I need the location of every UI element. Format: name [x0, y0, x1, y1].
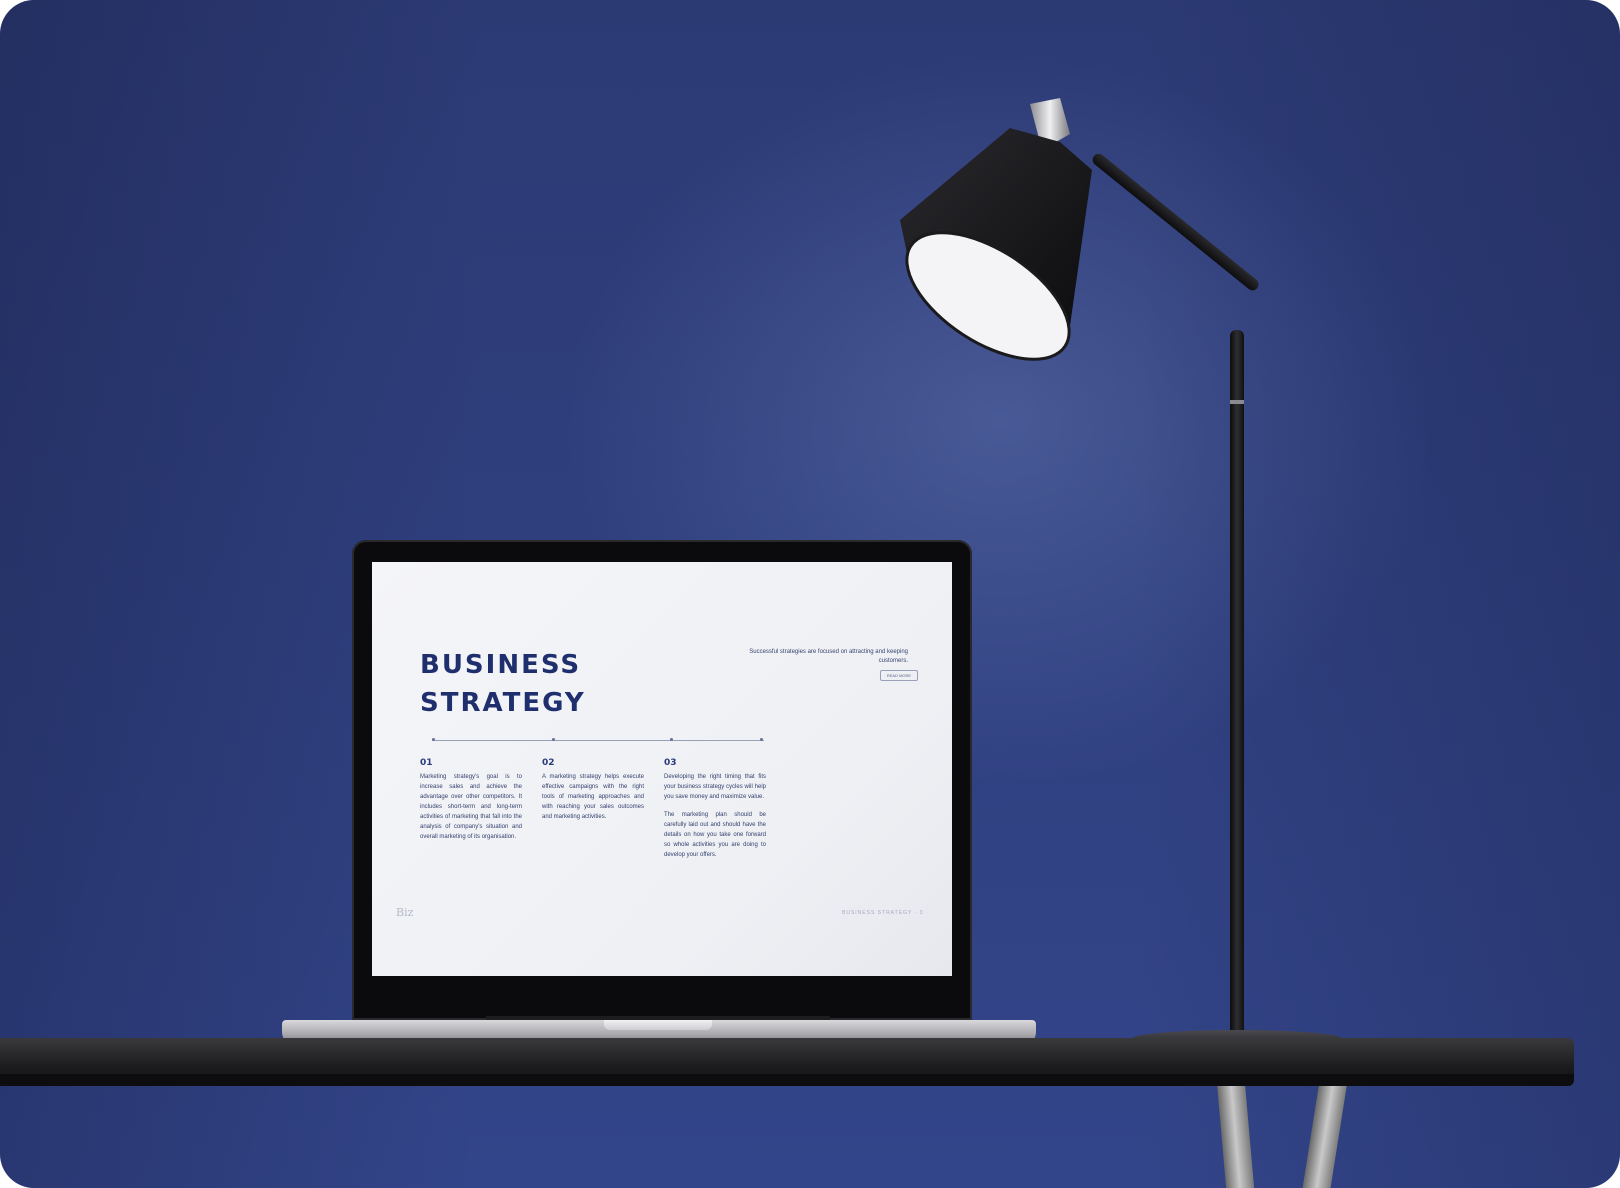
lamp-pole	[1230, 330, 1244, 1036]
laptop-opening-notch	[604, 1020, 712, 1030]
slide-title-line-2: STRATEGY	[420, 688, 586, 718]
table-edge	[0, 1074, 1574, 1086]
column-text: Developing the right timing that fits yo…	[664, 774, 766, 800]
column-number: 01	[420, 758, 433, 768]
timeline-dot	[552, 738, 555, 741]
slide-footer-logo: Biz	[396, 906, 414, 919]
timeline-dot	[760, 738, 763, 741]
slide-footer-page: BUSINESS STRATEGY · 3	[842, 910, 924, 916]
photo-frame: BUSINESS STRATEGY Successful strategies …	[0, 0, 1620, 1188]
lamp-pole-ring	[1230, 400, 1244, 404]
read-more-button: READ MORE	[880, 670, 918, 681]
laptop-screen: BUSINESS STRATEGY Successful strategies …	[372, 562, 952, 976]
timeline-dot	[670, 738, 673, 741]
column-number: 03	[664, 758, 677, 768]
lamp-shade-icon	[900, 98, 1092, 361]
timeline-dot	[432, 738, 435, 741]
slide-title: BUSINESS STRATEGY	[420, 646, 586, 722]
laptop-lid: BUSINESS STRATEGY Successful strategies …	[352, 540, 972, 1020]
timeline-divider	[432, 738, 764, 741]
strategy-column-1: 01 Marketing strategy's goal is to incre…	[420, 758, 522, 842]
column-text: A marketing strategy helps execute effec…	[542, 774, 644, 820]
slide-tagline: Successful strategies are focused on att…	[749, 649, 908, 664]
strategy-column-3: 03 Developing the right timing that fits…	[664, 758, 766, 860]
column-number: 02	[542, 758, 555, 768]
slide-title-line-1: BUSINESS	[420, 650, 582, 680]
column-text: The marketing plan should be carefully l…	[664, 812, 766, 858]
column-text: Marketing strategy's goal is to increase…	[420, 774, 522, 840]
strategy-column-2: 02 A marketing strategy helps execute ef…	[542, 758, 644, 822]
